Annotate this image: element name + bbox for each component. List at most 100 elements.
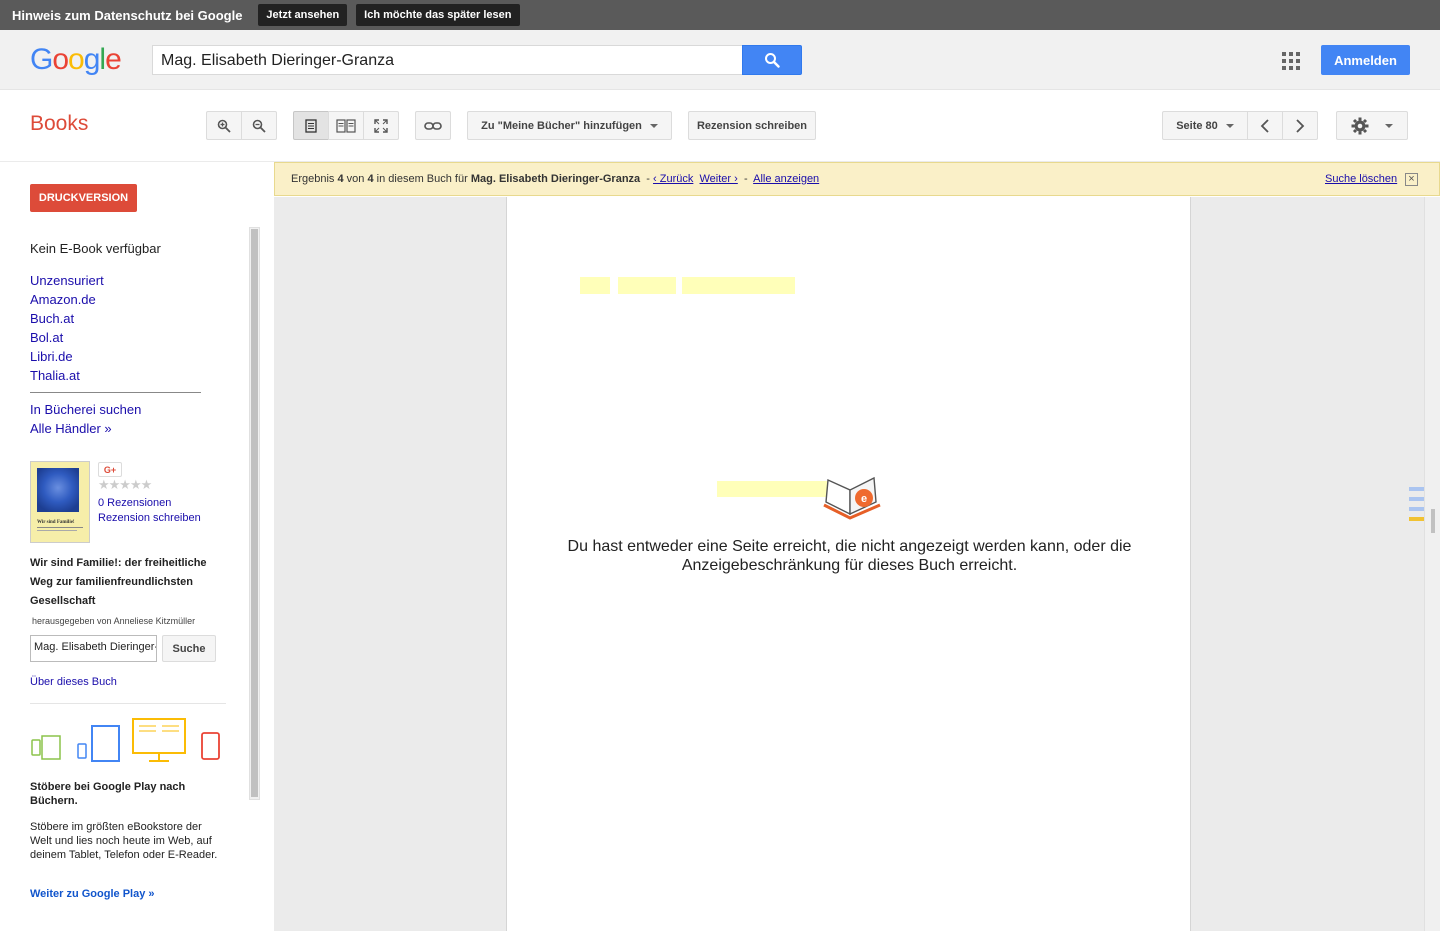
add-to-my-books-label: Zu "Meine Bücher" hinzufügen: [481, 119, 642, 132]
logo-letter: g: [83, 43, 101, 76]
chevron-left-icon: [1260, 118, 1269, 133]
result-of: von: [346, 173, 365, 185]
single-page-icon: [305, 118, 317, 133]
search-highlight: [682, 277, 795, 294]
books-section-title[interactable]: Books: [30, 112, 88, 136]
write-review-button[interactable]: Rezension schreiben: [688, 111, 816, 140]
two-page-view-button[interactable]: [328, 111, 364, 140]
privacy-notice-bar: Hinweis zum Datenschutz bei Google Jetzt…: [0, 0, 1440, 30]
chevron-down-icon: [649, 123, 658, 128]
chevron-down-icon: [1225, 123, 1234, 128]
devices-illustration: [31, 718, 220, 762]
chevron-right-icon: [1296, 118, 1305, 133]
next-page-button[interactable]: [1282, 111, 1318, 140]
search-highlight: [618, 277, 676, 294]
search-icon: [765, 53, 780, 68]
cover-artwork: [37, 468, 79, 512]
svg-text:e: e: [861, 493, 867, 505]
rating-stars[interactable]: ★★★★★: [98, 477, 152, 493]
result-summary: Ergebnis 4 von 4 in diesem Buch für Mag.…: [291, 173, 819, 185]
divider: [30, 703, 226, 704]
fullscreen-button[interactable]: [363, 111, 399, 140]
result-marker[interactable]: [1409, 507, 1424, 511]
zoom-out-icon: [252, 119, 266, 133]
divider: [37, 527, 83, 528]
print-version-button[interactable]: DRUCKVERSION: [30, 184, 137, 212]
fullscreen-icon: [374, 118, 388, 133]
all-sellers-link[interactable]: Alle Händler »: [30, 421, 141, 440]
privacy-notice-title: Hinweis zum Datenschutz bei Google: [12, 7, 243, 23]
search-input[interactable]: Mag. Elisabeth Dieringer-Granza: [152, 45, 743, 75]
google-logo[interactable]: Google: [30, 43, 122, 77]
store-link[interactable]: Bol.at: [30, 330, 104, 349]
library-links: In Bücherei suchen Alle Händler »: [30, 402, 141, 440]
review-count-link[interactable]: 0 Rezensionen: [98, 497, 171, 509]
cover-title: Wir sind Familie!: [37, 520, 75, 525]
close-icon[interactable]: ×: [1405, 173, 1418, 186]
unavailable-book-icon: e: [823, 476, 881, 520]
link-icon: [424, 121, 442, 130]
google-plus-button[interactable]: G+: [98, 462, 122, 477]
book-page: e Du hast entweder eine Seite erreicht, …: [506, 197, 1191, 931]
search-result-banner: Ergebnis 4 von 4 in diesem Buch für Mag.…: [274, 162, 1440, 196]
single-page-view-button[interactable]: [293, 111, 329, 140]
chevron-down-icon: [1385, 123, 1393, 128]
page-select-dropdown[interactable]: Seite 80: [1162, 111, 1248, 140]
search-library-link[interactable]: In Bücherei suchen: [30, 402, 141, 421]
search-highlight: [717, 481, 827, 497]
read-later-button[interactable]: Ich möchte das später lesen: [356, 4, 520, 26]
zoom-out-button[interactable]: [241, 111, 277, 140]
page-number-label: Seite 80: [1176, 119, 1218, 132]
add-to-my-books-button[interactable]: Zu "Meine Bücher" hinzufügen: [467, 111, 672, 140]
gear-icon: [1351, 117, 1369, 134]
viewer-scrollbar[interactable]: [1424, 197, 1440, 931]
clear-search-link[interactable]: Suche löschen: [1325, 173, 1397, 185]
zoom-in-icon: [217, 119, 231, 133]
write-review-link[interactable]: Rezension schreiben: [98, 512, 201, 524]
book-cover-thumbnail[interactable]: Wir sind Familie!: [30, 461, 90, 543]
separator: -: [743, 173, 748, 185]
store-link[interactable]: Amazon.de: [30, 292, 104, 311]
logo-letter: G: [30, 43, 53, 76]
store-link[interactable]: Buch.at: [30, 311, 104, 330]
book-viewer: e Du hast entweder eine Seite erreicht, …: [274, 197, 1424, 931]
apps-grid-icon[interactable]: [1282, 52, 1300, 70]
sign-in-button[interactable]: Anmelden: [1321, 45, 1410, 75]
google-play-link[interactable]: Weiter zu Google Play »: [30, 888, 155, 900]
result-current: 4: [337, 173, 344, 185]
book-editor: herausgegeben von Anneliese Kitzmüller: [32, 616, 196, 626]
divider: [30, 392, 201, 393]
in-book-search-button[interactable]: Suche: [162, 635, 216, 662]
result-marker-current[interactable]: [1409, 517, 1424, 521]
next-result-link[interactable]: Weiter ›: [700, 173, 738, 185]
show-all-results-link[interactable]: Alle anzeigen: [753, 173, 819, 185]
book-title: Wir sind Familie!: der freiheitliche Weg…: [30, 557, 207, 607]
previous-result-link[interactable]: ‹ Zurück: [653, 173, 693, 185]
settings-button[interactable]: [1336, 111, 1408, 140]
sidebar-scrollbar[interactable]: [249, 227, 260, 800]
view-now-button[interactable]: Jetzt ansehen: [258, 4, 348, 26]
store-link[interactable]: Unzensuriert: [30, 273, 104, 292]
store-link[interactable]: Libri.de: [30, 349, 104, 368]
left-sidebar: DRUCKVERSION Kein E-Book verfügbar Unzen…: [0, 162, 274, 931]
unavailable-message: Du hast entweder eine Seite erreicht, di…: [567, 538, 1132, 574]
separator: -: [646, 173, 650, 185]
link-button[interactable]: [415, 111, 451, 140]
scrollbar-thumb[interactable]: [1431, 509, 1435, 533]
divider: [37, 530, 77, 531]
logo-letter: o: [52, 43, 69, 76]
store-link[interactable]: Thalia.at: [30, 368, 104, 387]
result-marker[interactable]: [1409, 497, 1424, 501]
two-page-icon: [336, 118, 356, 133]
result-marker[interactable]: [1409, 487, 1424, 491]
scrollbar-thumb[interactable]: [251, 229, 258, 797]
search-button[interactable]: [742, 45, 802, 75]
zoom-in-button[interactable]: [206, 111, 242, 140]
about-this-book-link[interactable]: Über dieses Buch: [30, 676, 117, 688]
search-header: Google Mag. Elisabeth Dieringer-Granza A…: [0, 30, 1440, 90]
no-ebook-label: Kein E-Book verfügbar: [30, 241, 161, 256]
previous-page-button[interactable]: [1247, 111, 1283, 140]
result-prefix: Ergebnis: [291, 173, 335, 185]
logo-letter: e: [105, 43, 122, 76]
in-book-search-input[interactable]: Mag. Elisabeth Dieringer-: [30, 635, 157, 662]
